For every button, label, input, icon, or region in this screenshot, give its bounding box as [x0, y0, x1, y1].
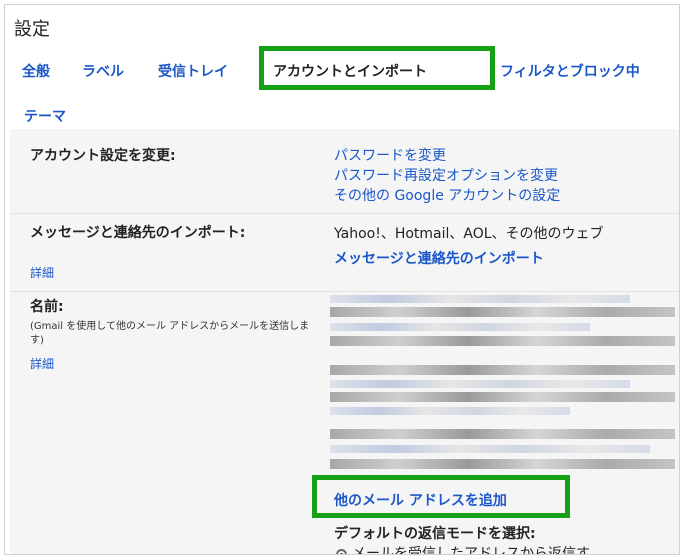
blurred-address [330, 323, 590, 331]
import-messages-contacts-link[interactable]: メッセージと連絡先のインポート [334, 248, 544, 268]
settings-window: 設定 全般 ラベル 受信トレイ アカウントとインポート フィルタとブロック中 テ… [4, 4, 680, 555]
reply-mode-label: デフォルトの返信モードを選択: [334, 526, 536, 542]
tab-filters-blocked[interactable]: フィルタとブロック中 [500, 57, 640, 87]
change-password-link[interactable]: パスワードを変更 [334, 145, 446, 165]
blurred-address [330, 429, 675, 439]
blurred-address [330, 365, 675, 375]
reply-mode-radio[interactable] [336, 549, 347, 554]
blurred-address [330, 307, 675, 317]
account-settings-label: アカウント設定を変更: [30, 148, 176, 164]
other-google-account-settings-link[interactable]: その他の Google アカウントの設定 [334, 185, 560, 205]
tab-themes[interactable]: テーマ [24, 106, 66, 126]
change-recovery-options-link[interactable]: パスワード再設定オプションを変更 [334, 165, 558, 185]
row-divider [10, 291, 679, 292]
import-label: メッセージと連絡先のインポート: [30, 225, 246, 241]
blurred-address [330, 392, 675, 402]
blurred-address [330, 336, 675, 346]
row-divider [10, 213, 679, 214]
tab-general[interactable]: 全般 [22, 57, 50, 87]
name-details-link[interactable]: 詳細 [30, 355, 54, 372]
reply-mode-option-label: メールを受信したアドレスから返信す [352, 546, 590, 555]
blurred-address [330, 407, 570, 415]
blurred-address [330, 295, 630, 303]
highlight-accounts-tab [259, 46, 495, 90]
name-label: 名前: [30, 299, 64, 315]
name-description: (Gmail を使用して他のメール アドレスからメールを送信します) [30, 321, 310, 346]
blurred-address [330, 459, 675, 469]
page-title: 設定 [14, 19, 50, 40]
import-description: Yahoo!、Hotmail、AOL、その他のウェブ [334, 226, 604, 242]
tab-labels[interactable]: ラベル [82, 57, 124, 87]
import-details-link[interactable]: 詳細 [30, 264, 54, 281]
blurred-address [330, 380, 630, 388]
highlight-add-email [312, 475, 570, 518]
tab-inbox[interactable]: 受信トレイ [158, 57, 228, 87]
blurred-address [330, 445, 650, 453]
